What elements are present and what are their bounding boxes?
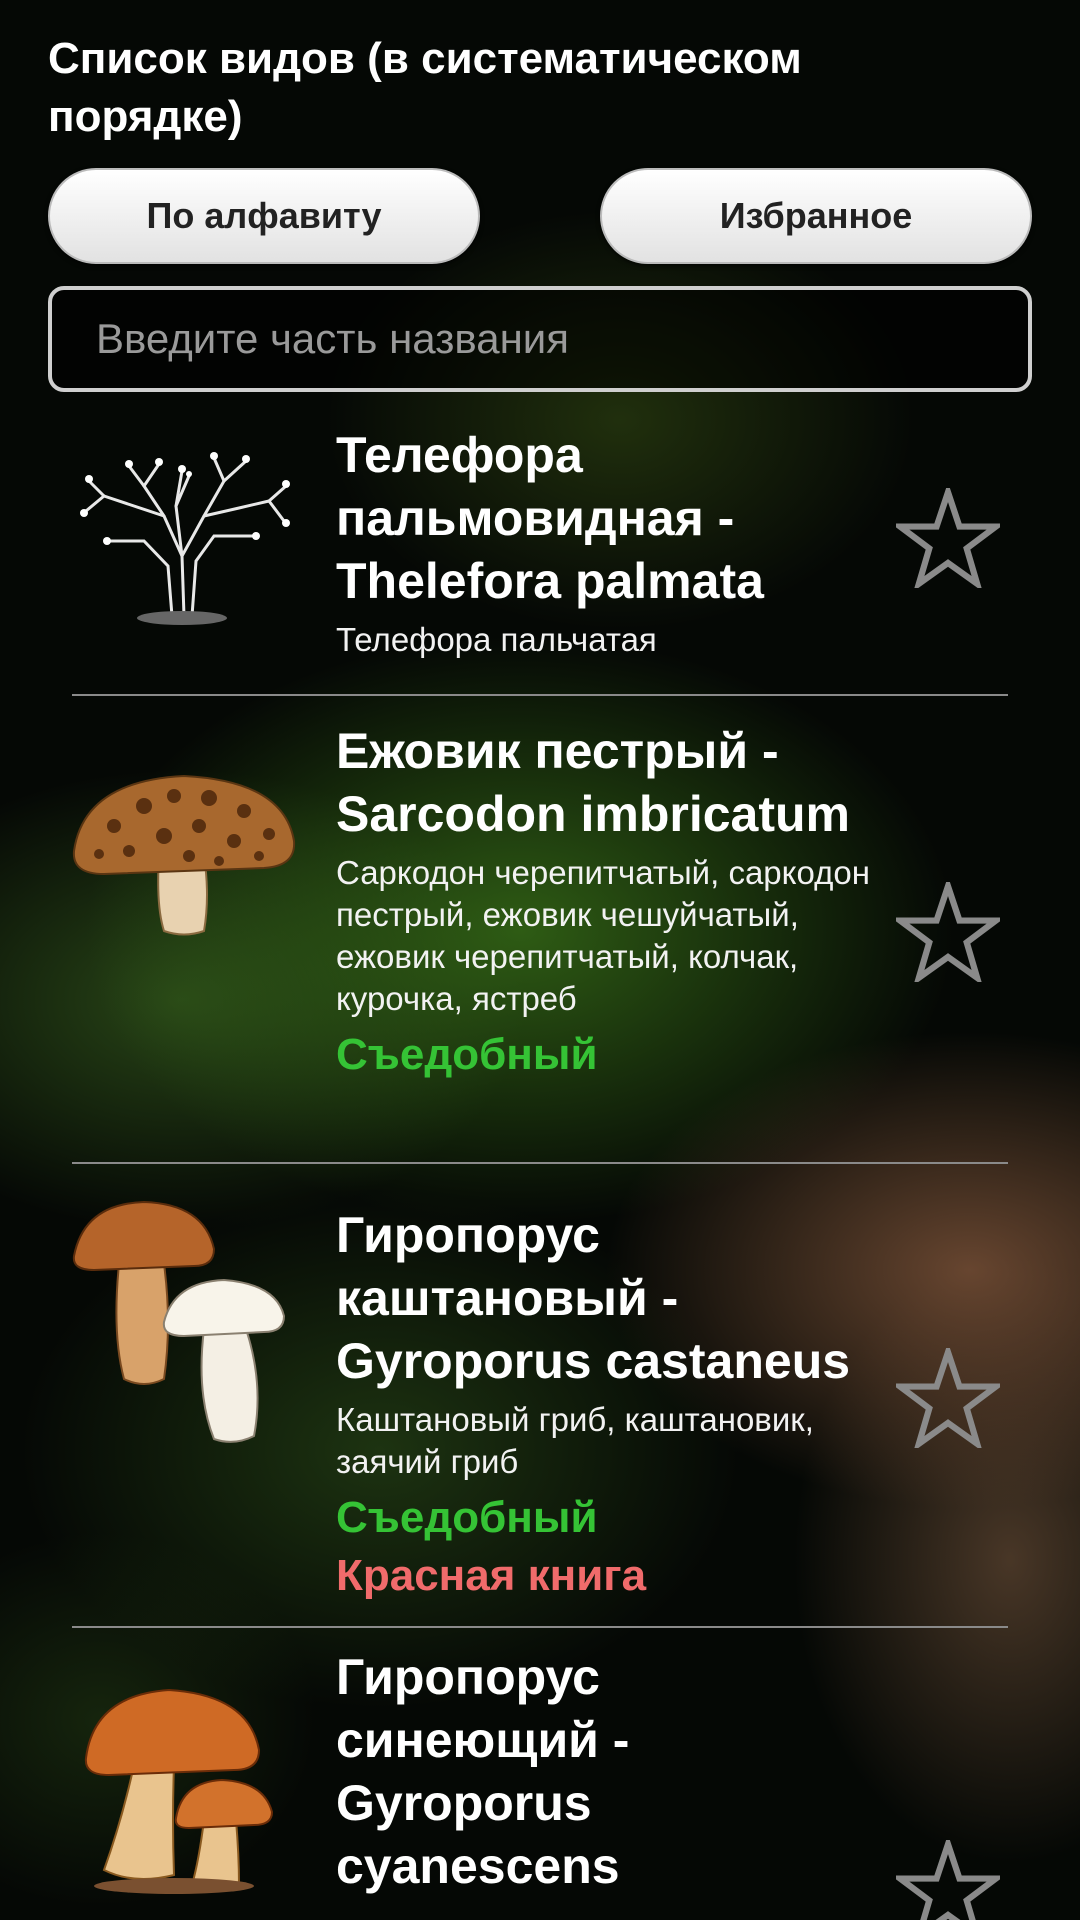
cornflower-bolete-icon — [84, 1688, 274, 1894]
favorite-star-icon[interactable] — [896, 1840, 1000, 1920]
species-synonyms: Каштановый гриб, каштановик, заячий гриб — [336, 1401, 814, 1480]
red-book-status: Красная книга — [336, 1551, 647, 1600]
list-item[interactable]: Гиропорус каштановый - Gyroporus castane… — [0, 1164, 1080, 1626]
chestnut-bolete-icon — [72, 1200, 286, 1443]
item-texts: Телефора пальмовидная - Thelefora palmat… — [336, 424, 896, 661]
species-synonyms: Саркодон черепитчатый, саркодон пестрый,… — [336, 854, 870, 1017]
item-texts: Гиропорус каштановый - Gyroporus castane… — [336, 1204, 896, 1605]
species-name: Ежовик пестрый - Sarcodon imbricatum — [336, 723, 850, 842]
scaly-mushroom-icon — [72, 774, 296, 936]
edibility-label: Съедобный — [336, 1030, 598, 1079]
species-name: Гиропорус каштановый - Gyroporus castane… — [336, 1207, 851, 1389]
coral-fungus-drawing-icon — [80, 452, 290, 625]
page-title: Список видов (в систематическом порядке) — [48, 34, 802, 141]
favorites-button[interactable]: Избранное — [600, 168, 1032, 264]
list-item[interactable]: Гиропорус синеющий - Gyroporus cyanescen… — [0, 1628, 1080, 1920]
edibility-label: Съедобный — [336, 1493, 598, 1542]
item-texts: Ежовик пестрый - Sarcodon imbricatum Сар… — [336, 720, 896, 1084]
species-name: Телефора пальмовидная - Thelefora palmat… — [336, 427, 764, 609]
list-item[interactable]: Телефора пальмовидная - Thelefora palmat… — [0, 410, 1080, 694]
favorite-star-icon[interactable] — [896, 882, 1000, 982]
search-input[interactable] — [52, 290, 1028, 388]
favorite-star-icon[interactable] — [896, 488, 1000, 588]
species-synonyms: Телефора пальчатая — [336, 621, 657, 658]
list-item[interactable]: Ежовик пестрый - Sarcodon imbricatum Сар… — [0, 696, 1080, 1162]
favorite-star-icon[interactable] — [896, 1348, 1000, 1448]
search-box — [48, 286, 1032, 392]
item-texts: Гиропорус синеющий - Gyroporus cyanescen… — [336, 1646, 896, 1898]
species-name: Гиропорус синеющий - Gyroporus cyanescen… — [336, 1649, 630, 1894]
app-screen: Список видов (в систематическом порядке)… — [0, 0, 1080, 1920]
sort-alphabetically-button[interactable]: По алфавиту — [48, 168, 480, 264]
